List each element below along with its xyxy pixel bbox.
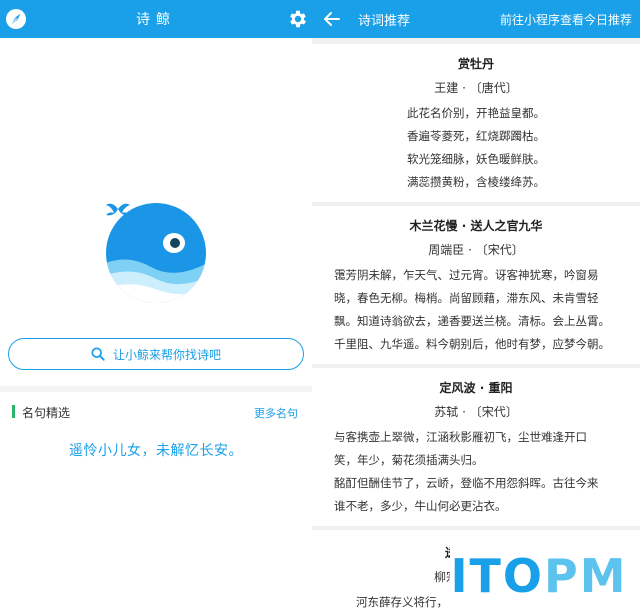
whale-logo (106, 203, 206, 303)
poem-line: 满蕊攒黄粉，含棱缕绛苏。 (407, 175, 545, 189)
recommend-app-bar: 诗词推荐 前往小程序查看今日推荐 (312, 0, 640, 38)
poem-author: 苏轼 · 〔宋代〕 (434, 405, 518, 419)
poem-card[interactable]: 定风波 · 重阳 苏轼 · 〔宋代〕 与客携壶上翠微，江涵秋影雁初飞，尘世难逢开… (312, 368, 640, 526)
poem-line: 飘。知道诗翁欲去，递香要送兰桡。清标。会上丛霄。 (334, 314, 610, 328)
poem-line: 谁不老，多少，牛山何必更沾衣。 (334, 499, 507, 513)
app-title: 诗鲸 (136, 12, 176, 28)
search-icon (91, 347, 105, 361)
poem-line: 软光笼细脉，妖色暖鲜肤。 (407, 152, 545, 166)
find-poem-button[interactable]: 让小鲸来帮你找诗吧 (8, 338, 304, 370)
section-divider (0, 386, 312, 392)
poem-line: 酩酊但酬佳节了，云峤，登临不用怨斜晖。古往今来 (334, 476, 599, 490)
poem-line: 笑，年少，菊花须插满头归。 (334, 453, 484, 467)
poem-line: 与客携壶上翠微，江涵秋影雁初飞，尘世难逢开口 (334, 430, 587, 444)
gear-icon[interactable] (287, 8, 309, 30)
poem-line: 霭芳阴未解，乍天气、过元宵。讶客神犹寒，吟窗易 (334, 268, 599, 282)
recommend-screen: 诗词推荐 前往小程序查看今日推荐 赏牡丹 王建 · 〔唐代〕 此花名价别，开艳益… (312, 0, 640, 615)
watermark-part-a: ITO (450, 549, 545, 603)
screenshot-stage: 诗鲸 让小鲸来帮你找诗吧 名句精选 更多名句 遥怜小儿女，未解忆长安。 诗词推荐… (0, 0, 640, 615)
poem-card[interactable]: 木兰花慢 · 送人之官九华 周端臣 · 〔宋代〕 霭芳阴未解，乍天气、过元宵。讶… (312, 206, 640, 364)
poem-line: 晓，春色无柳。梅梢。尚留顾藉，滞东风、未肯雪轻 (334, 291, 599, 305)
poem-title: 定风波 · 重阳 (439, 381, 513, 395)
home-screen: 诗鲸 让小鲸来帮你找诗吧 名句精选 更多名句 遥怜小儿女，未解忆长安。 (0, 0, 312, 615)
home-app-bar: 诗鲸 (0, 0, 312, 38)
poem-line: 此花名价别，开艳益皇都。 (407, 106, 545, 120)
open-mini-program-link[interactable]: 前往小程序查看今日推荐 (500, 11, 632, 28)
find-poem-label: 让小鲸来帮你找诗吧 (112, 347, 221, 362)
watermark-part-b: PM (544, 549, 628, 603)
poem-title: 赏牡丹 (457, 57, 494, 71)
poem-line: 香遍苓菱死，红烧踯躅枯。 (407, 129, 545, 143)
poem-title: 木兰花慢 · 送人之官九华 (409, 219, 543, 233)
poem-author: 周端臣 · 〔宋代〕 (428, 243, 524, 257)
more-quotes-link[interactable]: 更多名句 (254, 405, 298, 421)
poem-line: 千里阻、九华遥。料今朝别后，他时有梦，应梦今朝。 (334, 337, 610, 351)
section-marker (12, 405, 15, 418)
poem-card[interactable]: 赏牡丹 王建 · 〔唐代〕 此花名价别，开艳益皇都。 香遍苓菱死，红烧踯躅枯。 … (312, 44, 640, 202)
poem-author: 王建 · 〔唐代〕 (434, 81, 518, 95)
back-arrow-icon[interactable] (322, 9, 342, 29)
featured-quote[interactable]: 遥怜小儿女，未解忆长安。 (0, 440, 312, 460)
recommend-title: 诗词推荐 (358, 14, 411, 29)
itopm-watermark: ITO PM (450, 545, 628, 607)
famous-quotes-heading: 名句精选 (22, 406, 71, 420)
